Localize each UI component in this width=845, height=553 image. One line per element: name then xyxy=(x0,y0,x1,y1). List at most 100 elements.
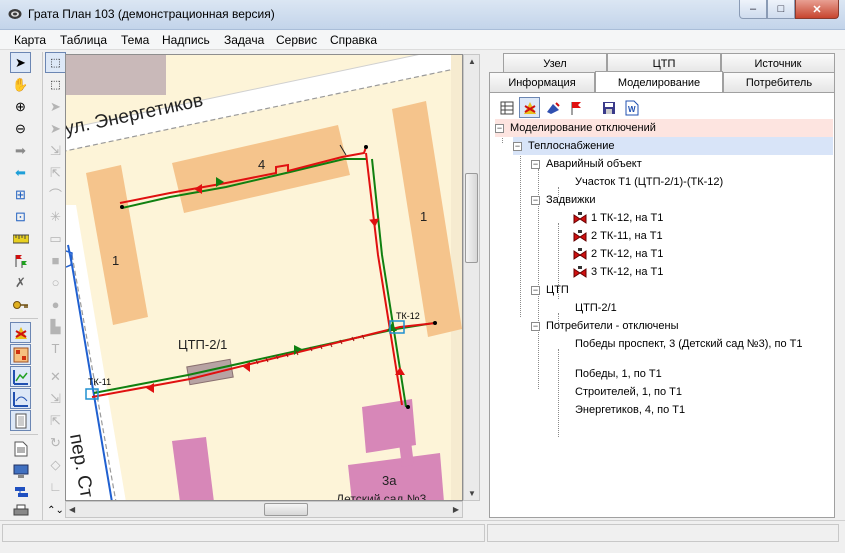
maximize-button[interactable]: □ xyxy=(767,0,795,19)
word-export-icon[interactable]: W xyxy=(621,97,642,118)
flag-route-icon[interactable] xyxy=(10,250,31,271)
collapse-icon[interactable]: − xyxy=(513,141,522,151)
menu-theme[interactable]: Тема xyxy=(121,33,149,47)
tree-valve-item[interactable]: 2 ТК-12, на Т1 xyxy=(573,245,663,263)
pointer-tool-icon[interactable]: ➤ xyxy=(10,52,31,73)
hand-pan-icon[interactable]: ✋ xyxy=(10,74,31,95)
shape-icon: ▙ xyxy=(50,318,61,334)
tree-valve-item[interactable]: 1 ТК-12, на Т1 xyxy=(573,209,663,227)
print-icon[interactable] xyxy=(10,500,31,521)
collapse-icon[interactable]: − xyxy=(531,195,540,205)
menu-help[interactable]: Справка xyxy=(330,33,377,47)
menu-bar: Карта Таблица Тема Надпись Задача Сервис… xyxy=(0,30,845,50)
arrow-icon: ➤ xyxy=(50,98,61,114)
tab-modeling[interactable]: Моделирование xyxy=(595,71,723,93)
building-label-1-right: 1 xyxy=(420,209,427,224)
tab-source[interactable]: Источник xyxy=(721,53,835,73)
tree-consumer-item[interactable]: Строителей, 1, по Т1 xyxy=(575,383,682,401)
chart-icon[interactable] xyxy=(10,366,31,387)
select-area-icon[interactable]: ⬚ xyxy=(45,52,66,73)
status-cell-secondary xyxy=(487,524,839,542)
tree-valves-label: Задвижки xyxy=(546,194,596,206)
tree-valve-item[interactable]: 3 ТК-12, на Т1 xyxy=(573,263,663,281)
map-horizontal-scrollbar[interactable]: ◀ ▶ xyxy=(65,501,463,518)
rectangle-icon: ▭ xyxy=(49,230,62,246)
tree-consumer-item[interactable]: Победы проспект, 3 (Детский сад №3), по … xyxy=(575,335,802,353)
polyline-icon: ⌒ xyxy=(48,188,62,203)
scroll-left-icon[interactable]: ◀ xyxy=(69,505,75,514)
valve-icon xyxy=(573,265,587,278)
collapse-icon[interactable]: − xyxy=(495,123,504,133)
tree-valves[interactable]: − Задвижки xyxy=(531,191,595,209)
vertical-scroll-thumb[interactable] xyxy=(465,173,478,263)
ruler-icon[interactable] xyxy=(10,228,31,249)
status-cell-main xyxy=(2,524,485,542)
tree-valve-item[interactable]: 2 ТК-11, на Т1 xyxy=(573,227,663,245)
tree-consumers[interactable]: − Потребители - отключены xyxy=(531,317,679,335)
tree-ctp-item[interactable]: ЦТП-2/1 xyxy=(575,299,617,317)
building-1-left xyxy=(86,165,148,325)
zoom-in-icon[interactable]: ⊕ xyxy=(10,96,31,117)
filled-rectangle-icon: ■ xyxy=(51,253,60,268)
valve-icon xyxy=(573,229,587,242)
tab-info[interactable]: Информация xyxy=(489,72,595,92)
menu-label[interactable]: Надпись xyxy=(162,33,210,47)
forward-arrow-icon[interactable]: ➡ xyxy=(10,140,31,161)
map-vertical-scrollbar[interactable]: ▲ ▼ xyxy=(463,54,480,501)
document-icon[interactable] xyxy=(10,438,31,459)
zoom-extent-icon[interactable]: ⊞ xyxy=(10,184,31,205)
map-canvas[interactable]: ул. Энергетиков пер. Ст 4 1 1 3а ТК-11 Т… xyxy=(65,54,463,501)
toolbar-scroll-icon[interactable]: ⌃⌄ xyxy=(45,500,66,521)
layers-icon[interactable] xyxy=(10,344,31,365)
collapse-icon[interactable]: − xyxy=(531,285,540,295)
collapse-icon[interactable]: − xyxy=(531,159,540,169)
menu-table[interactable]: Таблица xyxy=(60,33,107,47)
menu-map[interactable]: Карта xyxy=(14,33,46,47)
tree-heat-supply[interactable]: − Теплоснабжение xyxy=(513,137,833,155)
shutdown-model-icon[interactable] xyxy=(519,97,540,118)
panel-icon[interactable] xyxy=(10,410,31,431)
collapse-icon[interactable]: − xyxy=(531,321,540,331)
tree-ctp[interactable]: − ЦТП xyxy=(531,281,569,299)
tab-consumer[interactable]: Потребитель xyxy=(723,72,835,92)
select-node-icon[interactable]: ⬚ xyxy=(45,74,66,95)
flag-icon[interactable] xyxy=(565,97,586,118)
tree-system-label: Теплоснабжение xyxy=(528,140,615,152)
close-button[interactable]: ✕ xyxy=(795,0,839,19)
arrow-move-icon: ⇱ xyxy=(50,164,61,180)
tree-emergency[interactable]: − Аварийный объект xyxy=(531,155,642,173)
tree-consumers-label: Потребители - отключены xyxy=(546,320,679,332)
tab-ctp[interactable]: ЦТП xyxy=(607,53,721,73)
tree-root[interactable]: − Моделирование отключений xyxy=(495,119,833,137)
save-icon[interactable] xyxy=(598,97,619,118)
key-icon[interactable] xyxy=(10,294,31,315)
table-icon[interactable] xyxy=(496,97,517,118)
menu-task[interactable]: Задача xyxy=(224,33,264,47)
scroll-right-icon[interactable]: ▶ xyxy=(453,505,459,514)
horizontal-scroll-thumb[interactable] xyxy=(264,503,308,516)
app-icon xyxy=(8,9,22,19)
valve-icon xyxy=(573,247,587,260)
zoom-fit-icon[interactable]: ⊡ xyxy=(10,206,31,227)
node-label-tk12: ТК-12 xyxy=(396,311,420,321)
node-label-tk11: ТК-11 xyxy=(88,377,111,387)
valve-icon xyxy=(573,211,587,224)
add-node-icon: ⇲ xyxy=(50,390,61,406)
delete-icon: ✕ xyxy=(50,368,61,384)
route-icon[interactable]: ✗ xyxy=(10,272,31,293)
profile-icon[interactable] xyxy=(10,388,31,409)
tree-consumer-item[interactable]: Победы, 1, по Т1 xyxy=(575,365,662,383)
tab-node[interactable]: Узел xyxy=(503,53,607,73)
tree-emergency-item[interactable]: Участок Т1 (ЦТП-2/1)-(ТК-12) xyxy=(575,173,723,191)
zoom-out-icon[interactable]: ⊖ xyxy=(10,118,31,139)
paint-icon[interactable] xyxy=(542,97,563,118)
back-arrow-icon[interactable]: ⬅ xyxy=(10,162,31,183)
scroll-up-icon[interactable]: ▲ xyxy=(468,57,476,66)
filled-circle-icon: ● xyxy=(51,297,60,312)
modeling-icon[interactable] xyxy=(10,322,31,343)
minimize-button[interactable]: – xyxy=(739,0,767,19)
monitor-icon[interactable] xyxy=(10,460,31,481)
tree-consumer-item[interactable]: Энергетиков, 4, по Т1 xyxy=(575,401,685,419)
scroll-down-icon[interactable]: ▼ xyxy=(468,489,476,498)
menu-service[interactable]: Сервис xyxy=(276,33,317,47)
